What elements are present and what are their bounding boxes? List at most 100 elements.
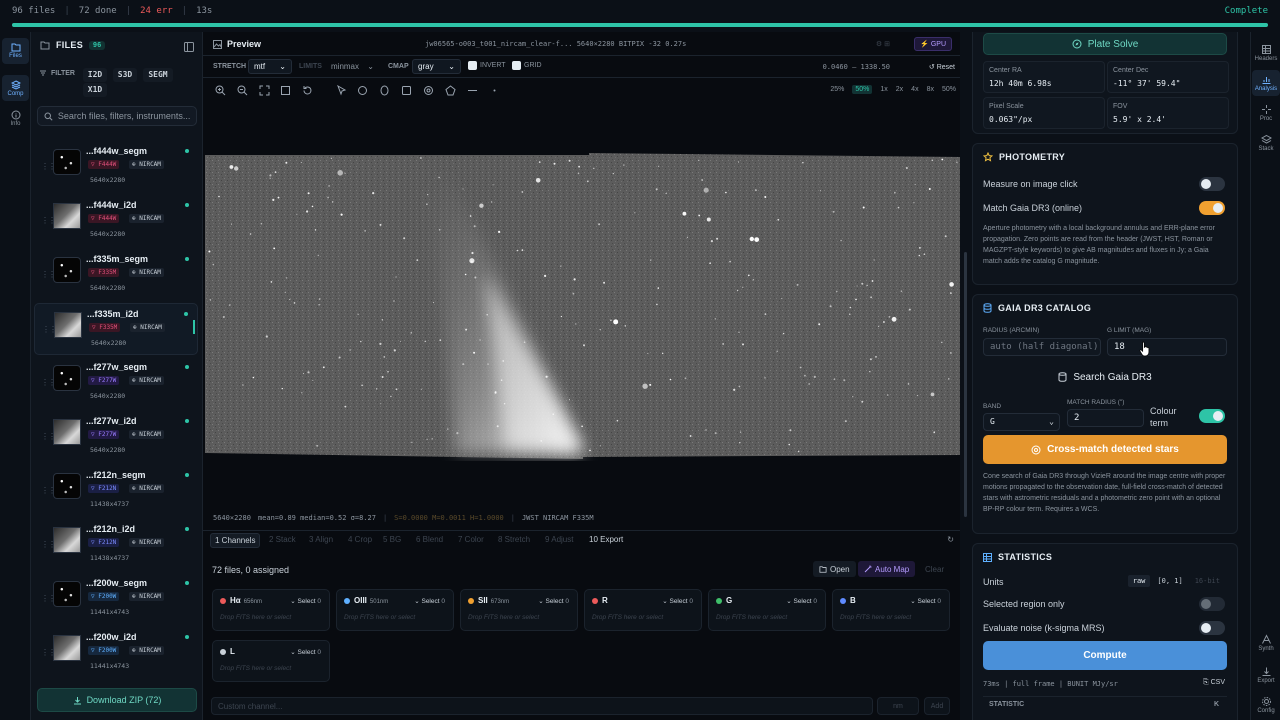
annulus-tool-icon[interactable] — [423, 85, 434, 96]
invert-checkbox[interactable]: INVERT — [468, 61, 506, 70]
search-gaia-button[interactable]: Search Gaia DR3 — [983, 367, 1227, 387]
nav-export[interactable]: Export — [1252, 662, 1280, 688]
file-item[interactable]: ⋮⋮ ...f212n_segm ▽ F212N ⊕ NIRCAM 11438x4737 — [34, 465, 198, 517]
channel-select[interactable]: ⌄ Select 0 — [290, 648, 321, 656]
file-item[interactable]: ⋮⋮ ...f335m_i2d ▽ F335M ⊕ NIRCAM 5640x2280 — [34, 303, 198, 355]
channel-slot[interactable]: G ⌄ Select 0 Drop FITS here or select — [708, 589, 826, 631]
nav-synth[interactable]: Synth — [1252, 630, 1280, 656]
zoom-out-icon[interactable] — [237, 85, 248, 96]
tab-stretch[interactable]: 8 Stretch — [498, 535, 530, 544]
file-item[interactable]: ⋮⋮ ...f277w_i2d ▽ F277W ⊕ NIRCAM 5640x2280 — [34, 411, 198, 463]
stretch-select[interactable]: mtf ⌄ — [248, 59, 292, 74]
drop-zone[interactable]: Drop FITS here or select — [220, 614, 291, 621]
file-item[interactable]: ⋮⋮ ...f212n_i2d ▽ F212N ⊕ NIRCAM 11438x4737 — [34, 519, 198, 571]
drop-zone[interactable]: Drop FITS here or select — [592, 614, 663, 621]
tab-export[interactable]: 10 Export — [589, 535, 623, 544]
channel-slot[interactable]: OIII 501nm ⌄ Select 0 Drop FITS here or sel… — [336, 589, 454, 631]
zoom-1x[interactable]: 1x — [880, 86, 887, 94]
nav-proc[interactable]: Proc — [1252, 100, 1280, 126]
fit-icon[interactable] — [259, 85, 270, 96]
band-select[interactable]: G ⌄ — [983, 413, 1060, 431]
file-item[interactable]: ⋮⋮ ...f200w_segm ▽ F200W ⊕ NIRCAM 11441x4743 — [34, 573, 198, 625]
nav-info[interactable]: Info — [2, 105, 29, 131]
tab-color[interactable]: 7 Color — [458, 535, 484, 544]
cmap-select[interactable]: gray ⌄ — [412, 59, 461, 74]
nm-input[interactable]: nm — [877, 697, 919, 715]
open-button[interactable]: Open — [813, 561, 856, 577]
file-item[interactable]: ⋮⋮ ...f444w_i2d ▽ F444W ⊕ NIRCAM 5640x2280 — [34, 195, 198, 247]
noise-toggle[interactable] — [1199, 621, 1225, 635]
nav-stack[interactable]: Stack — [1252, 130, 1280, 156]
limits-select[interactable]: minmax ⌄ — [325, 59, 380, 74]
nav-headers[interactable]: Headers — [1252, 40, 1280, 66]
ellipse-tool-icon[interactable] — [379, 85, 390, 96]
match-gaia-toggle[interactable] — [1199, 201, 1225, 215]
filter-chip-s3d[interactable]: S3D — [113, 68, 137, 82]
region-toggle[interactable] — [1199, 597, 1225, 611]
line-tool-icon[interactable] — [467, 85, 478, 96]
panel-scrollbar[interactable] — [960, 32, 972, 720]
fits-image[interactable] — [205, 153, 961, 461]
radius-input[interactable]: auto (half diagonal) — [983, 338, 1101, 356]
drop-zone[interactable]: Drop FITS here or select — [716, 614, 787, 621]
file-item[interactable]: ⋮⋮ ...f444w_segm ▽ F444W ⊕ NIRCAM 5640x2280 — [34, 141, 198, 193]
search-input[interactable] — [57, 111, 196, 121]
tab-channels[interactable]: 1 Channels — [210, 533, 261, 548]
file-item[interactable]: ⋮⋮ ...f200w_i2d ▽ F200W ⊕ NIRCAM 11441x4743 — [34, 627, 198, 679]
colour-term-toggle[interactable] — [1199, 409, 1225, 423]
filter-chip-x1d[interactable]: X1D — [83, 83, 107, 97]
tab-bg[interactable]: 5 BG — [383, 535, 401, 544]
reset-button[interactable]: ↺ Reset — [929, 63, 955, 71]
channel-select[interactable]: ⌄ Select 0 — [414, 597, 445, 605]
tab-blend[interactable]: 6 Blend — [416, 535, 443, 544]
file-item[interactable]: ⋮⋮ ...f277w_segm ▽ F277W ⊕ NIRCAM 5640x2280 — [34, 357, 198, 409]
point-tool-icon[interactable] — [489, 85, 500, 96]
unit-raw[interactable]: raw — [1127, 575, 1151, 587]
channel-select[interactable]: ⌄ Select 0 — [910, 597, 941, 605]
nav-config[interactable]: Config — [1252, 692, 1280, 718]
polygon-tool-icon[interactable] — [445, 85, 456, 96]
collapse-panel-icon[interactable] — [184, 42, 194, 52]
circle-tool-icon[interactable] — [357, 85, 368, 96]
channel-select[interactable]: ⌄ Select 0 — [290, 597, 321, 605]
channel-slot[interactable]: L ⌄ Select 0 Drop FITS here or select — [212, 640, 330, 682]
unit-normalized[interactable]: [0, 1] — [1152, 575, 1187, 587]
channel-slot[interactable]: Hα 656nm ⌄ Select 0 Drop FITS here or selec… — [212, 589, 330, 631]
download-zip-button[interactable]: Download ZIP (72) — [37, 688, 197, 712]
csv-button[interactable]: ⎘ CSV — [1203, 679, 1225, 687]
channel-select[interactable]: ⌄ Select 0 — [786, 597, 817, 605]
zoom-in-icon[interactable] — [215, 85, 226, 96]
tab-stack[interactable]: 2 Stack — [269, 535, 296, 544]
pointer-icon[interactable] — [336, 85, 347, 96]
channel-slot[interactable]: B ⌄ Select 0 Drop FITS here or select — [832, 589, 950, 631]
rect-tool-icon[interactable] — [401, 85, 412, 96]
nav-analysis[interactable]: Analysis — [1252, 70, 1280, 96]
drop-zone[interactable]: Drop FITS here or select — [220, 665, 291, 672]
nav-files[interactable]: Files — [2, 38, 29, 64]
filter-chip-segm[interactable]: SEGM — [143, 68, 173, 82]
filter-chip-i2d[interactable]: I2D — [83, 68, 107, 82]
rotate-icon[interactable] — [302, 85, 313, 96]
compute-button[interactable]: Compute — [983, 641, 1227, 670]
unit-16bit[interactable]: 16-bit — [1190, 575, 1225, 587]
tab-align[interactable]: 3 Align — [309, 535, 333, 544]
channel-slot[interactable]: R ⌄ Select 0 Drop FITS here or select — [584, 589, 702, 631]
zoom-50[interactable]: 50% — [852, 85, 873, 94]
glimit-input[interactable]: 18 — [1107, 338, 1227, 356]
nav-comp[interactable]: Comp — [2, 75, 29, 101]
refresh-icon[interactable]: ↻ — [947, 535, 954, 544]
auto-map-button[interactable]: Auto Map — [858, 561, 916, 577]
frame-icon[interactable] — [280, 85, 291, 96]
drop-zone[interactable]: Drop FITS here or select — [468, 614, 539, 621]
measure-toggle[interactable] — [1199, 177, 1225, 191]
tab-crop[interactable]: 4 Crop — [348, 535, 372, 544]
zoom-8x[interactable]: 8x — [927, 86, 934, 94]
tab-adjust[interactable]: 9 Adjust — [545, 535, 573, 544]
channel-select[interactable]: ⌄ Select 0 — [662, 597, 693, 605]
channel-slot[interactable]: SII 673nm ⌄ Select 0 Drop FITS here or sele… — [460, 589, 578, 631]
crossmatch-button[interactable]: Cross-match detected stars — [983, 435, 1227, 464]
zoom-2x[interactable]: 2x — [896, 86, 903, 94]
clear-button[interactable]: Clear — [919, 561, 950, 577]
custom-channel-input[interactable]: Custom channel... — [211, 697, 873, 715]
drop-zone[interactable]: Drop FITS here or select — [344, 614, 415, 621]
